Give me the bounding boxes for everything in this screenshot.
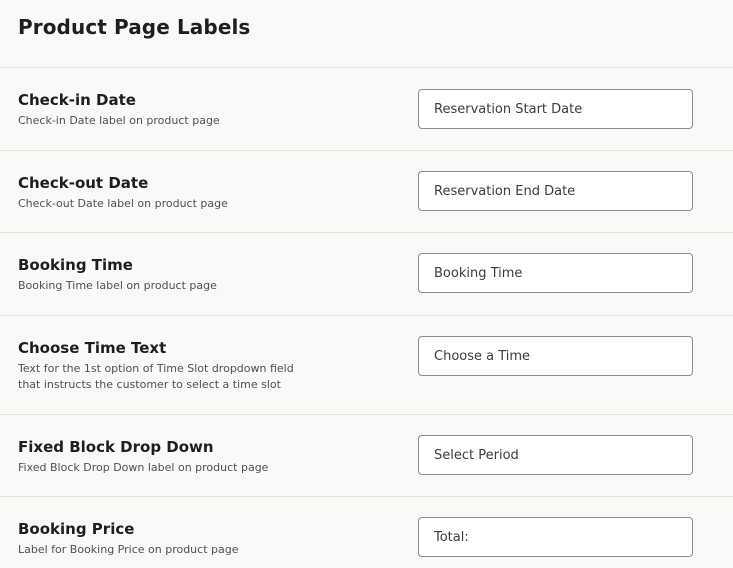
setting-label: Choose Time Text xyxy=(18,339,167,357)
check-out-date-label-input[interactable] xyxy=(418,171,693,211)
setting-row-fixed-block-drop-down: Fixed Block Drop Down Fixed Block Drop D… xyxy=(0,415,733,497)
setting-description: Check-in Date label on product page xyxy=(18,114,220,127)
booking-time-label-input[interactable] xyxy=(418,253,693,293)
page-header: Product Page Labels xyxy=(0,0,733,68)
setting-label: Booking Time xyxy=(18,256,133,274)
setting-row-booking-time: Booking Time Booking Time label on produ… xyxy=(0,233,733,316)
setting-row-check-out-date: Check-out Date Check-out Date label on p… xyxy=(0,151,733,233)
check-in-date-label-input[interactable] xyxy=(418,89,693,129)
settings-list: Check-in Date Check-in Date label on pro… xyxy=(0,68,733,568)
setting-label: Booking Price xyxy=(18,520,135,538)
setting-row-choose-time-text: Choose Time Text Text for the 1st option… xyxy=(0,316,733,415)
setting-description: Fixed Block Drop Down label on product p… xyxy=(18,461,269,474)
booking-price-label-input[interactable] xyxy=(418,517,693,557)
setting-label: Check-out Date xyxy=(18,174,149,192)
setting-description: Check-out Date label on product page xyxy=(18,197,228,210)
setting-row-booking-price: Booking Price Label for Booking Price on… xyxy=(0,497,733,568)
setting-description: Text for the 1st option of Time Slot dro… xyxy=(18,362,294,391)
fixed-block-drop-down-label-input[interactable] xyxy=(418,435,693,475)
page-title: Product Page Labels xyxy=(18,15,251,39)
choose-time-text-input[interactable] xyxy=(418,336,693,376)
setting-label: Check-in Date xyxy=(18,91,136,109)
setting-description: Booking Time label on product page xyxy=(18,279,217,292)
setting-description: Label for Booking Price on product page xyxy=(18,543,239,556)
setting-label: Fixed Block Drop Down xyxy=(18,438,214,456)
setting-row-check-in-date: Check-in Date Check-in Date label on pro… xyxy=(0,68,733,151)
